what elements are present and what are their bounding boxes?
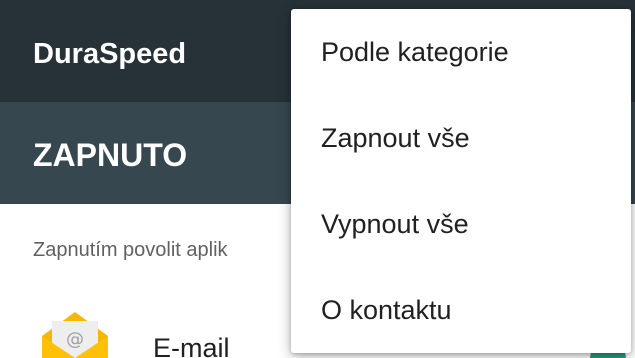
menu-item-label: Vypnout vše: [321, 209, 469, 239]
master-switch-label: ZAPNUTO: [33, 137, 188, 173]
app-title: DuraSpeed: [33, 38, 187, 70]
menu-item-label: Zapnout vše: [321, 123, 470, 153]
email-envelope-icon: @: [36, 312, 114, 358]
menu-item-enable-all[interactable]: Zapnout vše: [291, 95, 631, 181]
menu-item-label: O kontaktu: [321, 295, 452, 325]
overflow-menu: Podle kategorie Zapnout vše Vypnout vše …: [291, 9, 631, 353]
svg-text:@: @: [66, 329, 84, 350]
description-text: Zapnutím povolit aplik: [33, 239, 228, 261]
menu-item-disable-all[interactable]: Vypnout vše: [291, 181, 631, 267]
app-name: E-mail: [153, 333, 230, 358]
duraspeed-screen: DuraSpeed ZAPNUTO Zapnutím povolit aplik…: [0, 0, 635, 358]
menu-item-by-category[interactable]: Podle kategorie: [291, 9, 631, 95]
menu-item-contact[interactable]: O kontaktu: [291, 267, 631, 353]
menu-item-label: Podle kategorie: [321, 37, 509, 67]
